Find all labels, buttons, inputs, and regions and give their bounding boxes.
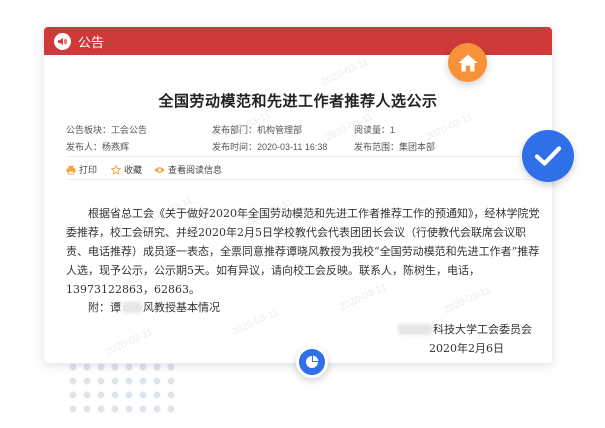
attachment-prefix: 附：谭 — [88, 301, 121, 314]
home-button[interactable] — [448, 43, 487, 82]
divider — [66, 179, 530, 180]
header-title: 公告 — [78, 35, 105, 51]
speaker-icon — [54, 32, 71, 50]
favorite-button[interactable]: 收藏 — [111, 163, 142, 176]
print-label: 打印 — [79, 166, 98, 176]
article-body: 根据省总工会《关于做好2020年全国劳动模范和先进工作者推荐工作的预通知》，经林… — [66, 204, 544, 299]
view-info-label: 查看阅读信息 — [168, 166, 223, 176]
meta-section: 公告板块：工会公告 — [66, 125, 148, 135]
watermark: 2020-03-11 — [424, 111, 475, 144]
meta-time: 发布时间：2020-03-11 16:38 — [212, 142, 328, 152]
article-body-text: 根据省总工会《关于做好2020年全国劳动模范和先进工作者推荐工作的预通知》，经林… — [66, 207, 540, 296]
attachment-suffix: 风教授基本情况 — [143, 301, 220, 314]
attachment-line: 附：谭 风教授基本情况 — [88, 299, 220, 315]
check-badge — [522, 130, 574, 182]
home-icon — [458, 54, 477, 71]
pie-chart-button[interactable] — [296, 346, 328, 378]
view-info-button[interactable]: 查看阅读信息 — [154, 163, 222, 176]
meta-department: 发布部门：机构管理部 — [212, 125, 303, 135]
watermark: 2020-03-11 — [320, 56, 371, 89]
pie-chart-icon — [306, 355, 319, 368]
redacted-text — [122, 301, 142, 313]
favorite-label: 收藏 — [124, 166, 143, 176]
printer-icon — [66, 165, 76, 175]
watermark: 2020-03-11 — [230, 306, 281, 339]
check-icon — [534, 146, 562, 166]
redacted-text — [398, 323, 432, 335]
publish-date: 2020年2月6日 — [429, 342, 504, 355]
meta-scope: 发布范围：集团本部 — [354, 142, 436, 152]
eye-icon — [154, 166, 165, 173]
meta-views: 阅读量：1 — [354, 125, 396, 135]
star-icon — [111, 164, 121, 175]
signature: 科技大学工会委员会 — [397, 321, 532, 337]
decorative-dot-grid — [66, 360, 176, 420]
page-title: 全国劳动模范和先进工作者推荐人选公示 — [158, 92, 438, 110]
signature-text: 科技大学工会委员会 — [433, 323, 532, 336]
watermark: 2020-03-11 — [104, 326, 155, 359]
meta-author: 发布人：杨燕辉 — [66, 142, 130, 152]
print-button[interactable]: 打印 — [66, 163, 97, 176]
divider — [66, 156, 530, 157]
